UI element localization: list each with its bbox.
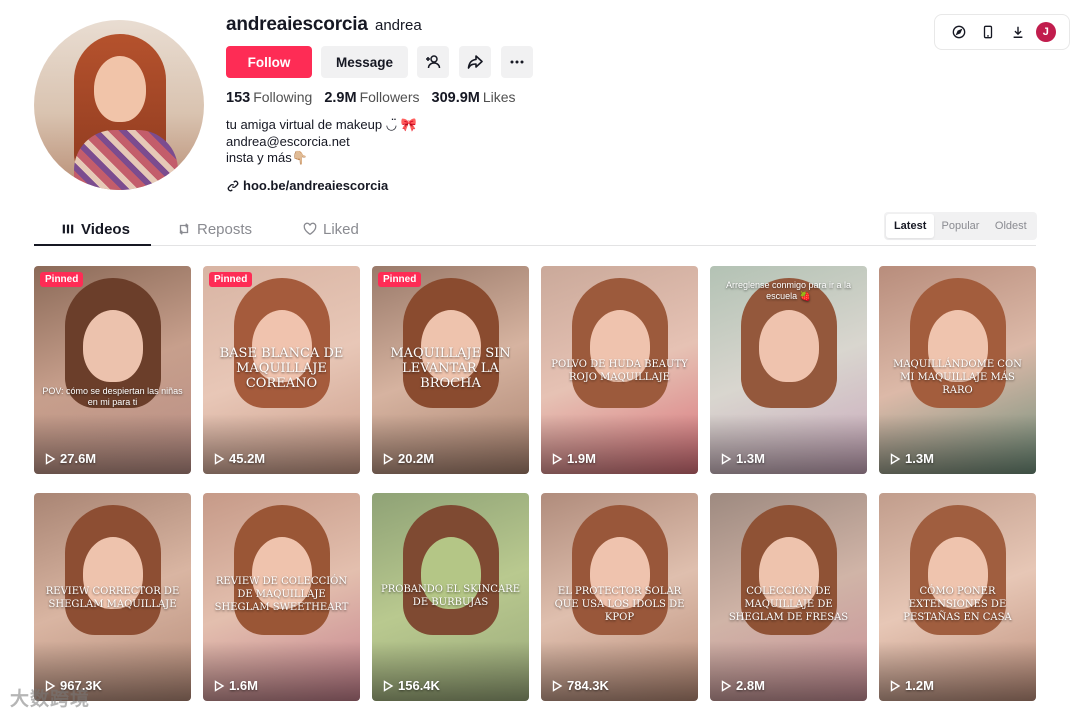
video-caption: EL PROTECTOR SOLAR QUE USA LOS IDOLS DE … <box>554 586 685 623</box>
top-toolbar: J <box>934 14 1070 50</box>
view-count: 784.3K <box>551 678 609 693</box>
play-icon <box>552 679 563 692</box>
more-options-button[interactable] <box>501 46 533 78</box>
view-count: 156.4K <box>382 678 440 693</box>
view-count: 1.9M <box>551 451 596 466</box>
download-button[interactable] <box>1007 21 1029 43</box>
sort-toggle: Latest Popular Oldest <box>884 212 1037 240</box>
profile-stats: 153 Following 2.9M Followers 309.9M Likes <box>226 89 516 106</box>
view-count: 2.8M <box>720 678 765 693</box>
share-button[interactable] <box>459 46 491 78</box>
sort-oldest[interactable]: Oldest <box>987 214 1035 238</box>
pinned-badge: Pinned <box>378 272 422 287</box>
link-icon <box>227 180 239 191</box>
view-count: 45.2M <box>213 451 265 466</box>
likes-stat: 309.9M Likes <box>431 89 516 106</box>
profile-bio: tu amiga virtual de makeup ◡̈ 🎀 andrea@e… <box>226 117 417 167</box>
play-icon <box>383 452 394 465</box>
view-count: 1.3M <box>720 451 765 466</box>
view-count: 1.6M <box>213 678 258 693</box>
pinned-badge: Pinned <box>40 272 84 287</box>
video-caption: POV: cómo se despiertan las niñas en mi … <box>42 386 183 407</box>
play-icon <box>890 679 901 692</box>
video-card[interactable]: MAQUILLÁNDOME CON MI MAQUILLAJE MÁS RARO… <box>879 266 1036 474</box>
message-button[interactable]: Message <box>321 46 408 78</box>
video-card[interactable]: Pinned MAQUILLAJE SIN LEVANTAR LA BROCHA… <box>372 266 529 474</box>
grid-icon <box>62 224 74 234</box>
play-icon <box>721 679 732 692</box>
play-icon <box>214 679 225 692</box>
video-caption: REVIEW CORRECTOR DE SHEGLAM MAQUILLAJE <box>45 586 180 610</box>
video-card[interactable]: REVIEW CORRECTOR DE SHEGLAM MAQUILLAJE 9… <box>34 493 191 701</box>
device-button[interactable] <box>977 21 999 43</box>
sort-latest[interactable]: Latest <box>886 214 935 238</box>
tab-reposts[interactable]: Reposts <box>177 212 252 246</box>
add-friend-button[interactable] <box>417 46 449 78</box>
play-icon <box>45 452 56 465</box>
tab-videos[interactable]: Videos <box>61 212 130 246</box>
profile-avatar <box>34 20 204 190</box>
video-card[interactable]: PROBANDO EL SKINCARE DE BURBUJAS 156.4K <box>372 493 529 701</box>
phone-icon <box>984 25 993 39</box>
video-caption: MAQUILLÁNDOME CON MI MAQUILLAJE MÁS RARO <box>893 359 1022 396</box>
video-card[interactable]: EL PROTECTOR SOLAR QUE USA LOS IDOLS DE … <box>541 493 698 701</box>
play-icon <box>214 452 225 465</box>
active-tab-indicator <box>34 244 151 246</box>
video-card[interactable]: COLECCIÓN DE MAQUILLAJE DE SHEGLAM DE FR… <box>710 493 867 701</box>
profile-link-text[interactable]: hoo.be/andreaiescorcia <box>243 178 388 193</box>
video-caption: PROBANDO EL SKINCARE DE BURBUJAS <box>380 584 520 608</box>
follow-button[interactable]: Follow <box>226 46 312 78</box>
compass-icon <box>952 25 966 39</box>
bio-line: tu amiga virtual de makeup ◡̈ 🎀 <box>226 117 417 132</box>
user-plus-icon <box>426 55 441 69</box>
video-card[interactable]: Pinned BASE BLANCA DE MAQUILLAJE COREANO… <box>203 266 360 474</box>
pinned-badge: Pinned <box>209 272 253 287</box>
video-card[interactable]: REVIEW DE COLECCIÓN DE MAQUILLAJE SHEGLA… <box>203 493 360 701</box>
followers-stat[interactable]: 2.9M Followers <box>324 89 419 106</box>
video-caption: COLECCIÓN DE MAQUILLAJE DE SHEGLAM DE FR… <box>728 586 849 623</box>
play-icon <box>890 452 901 465</box>
play-icon <box>552 452 563 465</box>
video-caption: BASE BLANCA DE MAQUILLAJE COREANO <box>219 346 344 391</box>
view-count: 20.2M <box>382 451 434 466</box>
view-count: 1.3M <box>889 451 934 466</box>
video-caption: Arreglense conmigo para ir a la escuela … <box>725 280 852 301</box>
play-icon <box>721 452 732 465</box>
video-card[interactable]: Pinned POV: cómo se despiertan las niñas… <box>34 266 191 474</box>
share-icon <box>467 55 483 69</box>
video-card[interactable]: CÓMO PONER EXTENSIONES DE PESTAÑAS EN CA… <box>879 493 1036 701</box>
heart-lock-icon <box>303 222 317 236</box>
video-caption: MAQUILLAJE SIN LEVANTAR LA BROCHA <box>390 346 511 391</box>
bio-line: andrea@escorcia.net <box>226 133 350 149</box>
tab-liked[interactable]: Liked <box>303 212 359 246</box>
compass-button[interactable] <box>948 21 970 43</box>
view-count: 1.2M <box>889 678 934 693</box>
following-stat[interactable]: 153 Following <box>226 89 312 106</box>
view-count: 27.6M <box>44 451 96 466</box>
sort-popular[interactable]: Popular <box>936 214 984 238</box>
profile-nickname: andrea <box>375 17 422 34</box>
download-icon <box>1013 26 1022 38</box>
more-dots-icon <box>510 60 524 64</box>
watermark: 大数跨境 <box>10 689 91 710</box>
video-card[interactable]: Arreglense conmigo para ir a la escuela … <box>710 266 867 474</box>
video-caption: POLVO DE HUDA BEAUTY ROJO MAQUILLAJE <box>551 359 688 383</box>
video-caption: CÓMO PONER EXTENSIONES DE PESTAÑAS EN CA… <box>903 586 1012 623</box>
bio-line: insta y más👇🏼 <box>226 150 308 165</box>
profile-link[interactable]: hoo.be/andreaiescorcia <box>227 178 388 193</box>
play-icon <box>383 679 394 692</box>
video-caption: REVIEW DE COLECCIÓN DE MAQUILLAJE SHEGLA… <box>214 576 349 613</box>
repost-icon <box>179 223 189 235</box>
video-card[interactable]: POLVO DE HUDA BEAUTY ROJO MAQUILLAJE 1.9… <box>541 266 698 474</box>
user-avatar[interactable]: J <box>1035 22 1056 42</box>
profile-username: andreaiescorcia <box>226 14 368 35</box>
